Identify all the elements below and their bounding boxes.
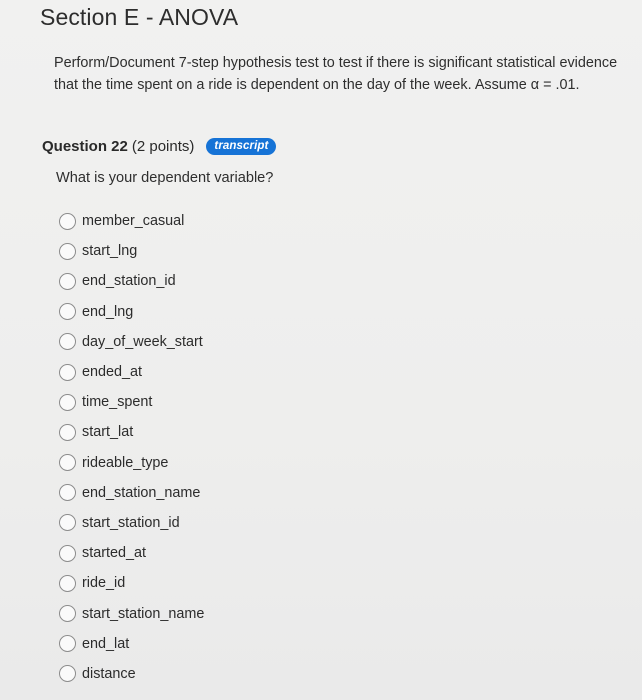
quiz-page: Section E - ANOVA Perform/Document 7-ste… bbox=[0, 0, 642, 700]
radio-button[interactable] bbox=[59, 454, 76, 472]
radio-button[interactable] bbox=[59, 574, 76, 592]
option-label: end_lat bbox=[82, 635, 130, 652]
option-label: end_lng bbox=[82, 303, 134, 320]
answer-option[interactable]: end_lng bbox=[59, 297, 204, 327]
option-label: start_station_name bbox=[82, 605, 205, 622]
option-label: time_spent bbox=[82, 394, 153, 411]
question-text: What is your dependent variable? bbox=[56, 170, 274, 186]
option-label: end_station_id bbox=[82, 273, 176, 290]
radio-button[interactable] bbox=[59, 635, 76, 653]
option-label: end_station_name bbox=[82, 484, 201, 501]
radio-button[interactable] bbox=[59, 605, 76, 623]
option-label: day_of_week_start bbox=[82, 333, 203, 350]
answer-option[interactable]: end_lat bbox=[59, 629, 204, 659]
radio-button[interactable] bbox=[59, 665, 76, 683]
radio-button[interactable] bbox=[59, 272, 76, 290]
question-number: Question 22 bbox=[42, 138, 128, 155]
option-label: rideable_type bbox=[82, 454, 169, 471]
radio-button[interactable] bbox=[59, 242, 76, 260]
answer-option[interactable]: start_station_id bbox=[59, 508, 204, 538]
radio-button[interactable] bbox=[59, 212, 76, 230]
option-label: started_at bbox=[82, 545, 146, 562]
answer-option[interactable]: end_station_name bbox=[59, 478, 204, 508]
answer-option[interactable]: start_station_name bbox=[59, 598, 204, 628]
option-label: ride_id bbox=[82, 575, 126, 592]
transcript-button[interactable]: transcript bbox=[206, 138, 277, 155]
answer-option[interactable]: rideable_type bbox=[59, 448, 204, 478]
answer-option[interactable]: ride_id bbox=[59, 568, 204, 598]
answer-option[interactable]: ended_at bbox=[59, 357, 204, 387]
radio-button[interactable] bbox=[59, 393, 76, 411]
transcript-label: transcript bbox=[214, 140, 269, 152]
radio-button[interactable] bbox=[59, 484, 76, 502]
radio-button[interactable] bbox=[59, 423, 76, 441]
answer-option[interactable]: time_spent bbox=[59, 387, 204, 417]
radio-button[interactable] bbox=[59, 333, 76, 351]
answer-option[interactable]: start_lng bbox=[59, 236, 204, 266]
answer-options: member_casual start_lng end_station_id e… bbox=[59, 206, 204, 689]
radio-button[interactable] bbox=[59, 363, 76, 381]
answer-option[interactable]: day_of_week_start bbox=[59, 327, 204, 357]
answer-option[interactable]: member_casual bbox=[59, 206, 204, 236]
option-label: ended_at bbox=[82, 364, 143, 381]
instructions-text: Perform/Document 7-step hypothesis test … bbox=[54, 55, 618, 93]
option-label: start_lat bbox=[82, 424, 134, 441]
radio-button[interactable] bbox=[59, 544, 76, 562]
answer-option[interactable]: end_station_id bbox=[59, 266, 204, 296]
question-header: Question 22 (2 points) transcript bbox=[42, 138, 277, 155]
answer-option[interactable]: distance bbox=[59, 659, 204, 689]
radio-button[interactable] bbox=[59, 303, 76, 321]
section-title: Section E - ANOVA bbox=[40, 4, 239, 30]
option-label: member_casual bbox=[82, 213, 185, 230]
option-label: start_lng bbox=[82, 243, 138, 260]
option-label: start_station_id bbox=[82, 514, 180, 531]
answer-option[interactable]: started_at bbox=[59, 538, 204, 568]
answer-option[interactable]: start_lat bbox=[59, 417, 204, 447]
radio-button[interactable] bbox=[59, 514, 76, 532]
option-label: distance bbox=[82, 665, 136, 682]
question-points: (2 points) bbox=[131, 138, 195, 155]
